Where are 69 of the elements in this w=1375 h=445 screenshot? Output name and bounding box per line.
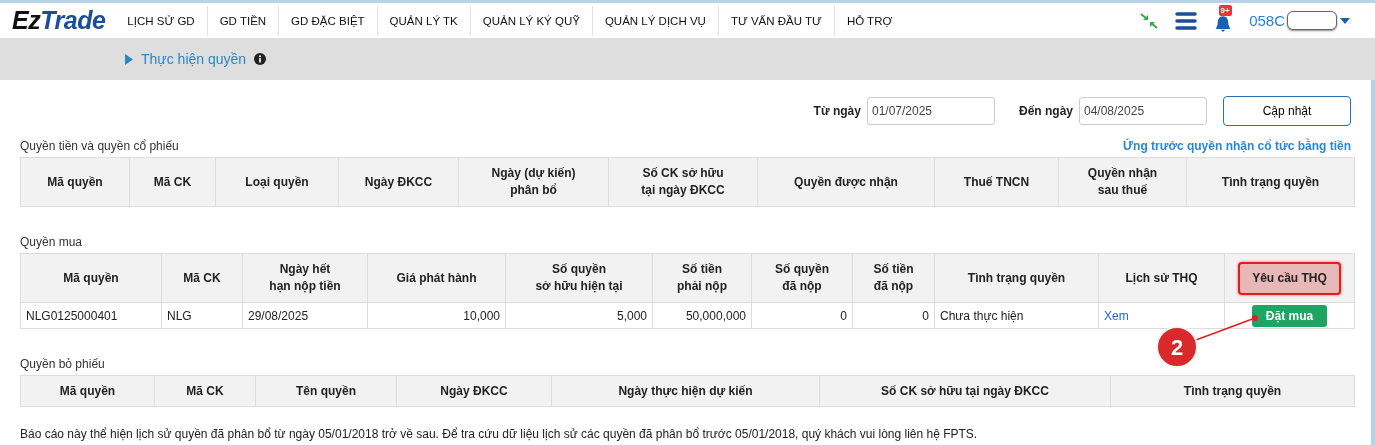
view-link[interactable]: Xem [1104, 308, 1129, 323]
column-header: Ngày (dự kiến) phân bổ [491, 166, 576, 197]
column-header: Loại quyền [245, 174, 309, 189]
table-cell: 29/08/2025 [242, 302, 368, 329]
column-header: Mã CK [153, 174, 192, 189]
table-cell: 10,000 [367, 302, 506, 329]
nav-item[interactable]: GD TIỀN [207, 5, 280, 36]
nav-item[interactable]: GD ĐẶC BIỆT [279, 5, 378, 36]
column-header: Ngày hết hạn nộp tiền [269, 262, 341, 293]
redaction-box [1287, 11, 1337, 30]
column-header: Mã quyền [59, 383, 116, 398]
expand-arrows-icon[interactable] [1139, 11, 1160, 30]
column-header: Quyền nhận sau thuế [1087, 166, 1158, 197]
column-header: Tên quyền [296, 383, 356, 398]
to-date-field[interactable]: 04/08/2025 [1079, 97, 1207, 125]
table-cell: 5,000 [505, 302, 653, 329]
table-cell: NLG [161, 302, 243, 329]
section-title: Quyền bỏ phiếu [20, 357, 105, 371]
column-header: Lịch sử THQ [1125, 270, 1198, 285]
column-header: Mã CK [183, 270, 221, 285]
column-header: Số CK sở hữu tại ngày ĐKCC [641, 166, 725, 197]
nav-item[interactable]: HỖ TRỢ [834, 5, 905, 36]
column-header: Mã quyền [63, 270, 119, 285]
account-name[interactable]: 058C [1249, 12, 1285, 29]
info-icon[interactable] [254, 53, 267, 65]
field-label: Từ ngày [813, 104, 861, 118]
table-cell: 0 [852, 302, 935, 329]
column-header: Số CK sở hữu tại ngày ĐKCC [881, 383, 1049, 398]
page-title: Thực hiện quyền [141, 51, 247, 67]
section-title: Quyền tiền và quyền cổ phiếu [20, 139, 179, 153]
column-header: Ngày ĐKCC [440, 383, 508, 398]
triangle-icon [125, 53, 133, 65]
column-header: Tình trạng quyền [1183, 383, 1282, 398]
column-header: Số tiền đã nộp [873, 262, 914, 293]
nav-item[interactable]: QUẢN LÝ DỊCH VỤ [592, 5, 719, 36]
nav-item[interactable]: QUẢN LÝ KÝ QUỸ [470, 5, 593, 36]
nav-item[interactable]: LỊCH SỬ GD [115, 5, 208, 36]
column-header: Tình trạng quyền [967, 270, 1066, 285]
column-header: Số quyền sở hữu hiện tại [535, 262, 623, 293]
bell-icon[interactable] [1214, 16, 1233, 32]
nav-item[interactable]: QUẢN LÝ TK [377, 5, 471, 36]
column-header: Quyền được nhận [794, 174, 898, 189]
column-header: Số tiền phải nộp [677, 262, 727, 293]
leader-line [1195, 315, 1258, 341]
table-cell: 50,000,000 [652, 302, 752, 329]
from-date-field[interactable]: 01/07/2025 [867, 97, 995, 125]
column-header: Ngày thực hiện dự kiến [618, 383, 753, 398]
advance-link[interactable]: Ứng trước quyền nhận cổ tức bằng tiền [1123, 139, 1351, 153]
column-header: Thuế TNCN [963, 174, 1030, 189]
column-header: Mã CK [186, 383, 224, 398]
column-header: Giá phát hành [396, 270, 477, 285]
menu-icon[interactable] [1175, 11, 1198, 30]
callout-badge: 2 [1156, 326, 1198, 368]
column-header: Ngày ĐKCC [364, 174, 433, 189]
column-header: Mã quyền [47, 174, 103, 189]
field-label: Đến ngày [1019, 104, 1073, 118]
table-cell: Chưa thực hiện [934, 302, 1099, 329]
update-button[interactable]: Cập nhật [1223, 96, 1351, 126]
notification-badge: 9+ [1218, 5, 1232, 16]
nav-item[interactable]: TƯ VẤN ĐẦU TƯ [718, 5, 835, 36]
column-header: Số quyền đã nộp [775, 262, 829, 293]
table-cell: 0 [751, 302, 853, 329]
logo[interactable]: EzTrade [0, 6, 116, 35]
table-cell: NLG0125000401 [20, 302, 162, 329]
caret-icon[interactable] [1339, 16, 1351, 25]
highlighted-header: Yêu cầu THQ [1238, 261, 1341, 295]
disclaimer-text: Báo cáo này thể hiện lịch sử quyền đã phân bổ từ ngày 05/01/2018 trở về sau. Để tra cứu dữ liệu lịch sử các quyền đã phân bổ trước 05/01/2018, quý khách vui lòng liên hệ FPTS. [20, 426, 979, 441]
section-title: Quyền mua [20, 235, 83, 249]
column-header: Tình trạng quyền [1221, 174, 1320, 189]
